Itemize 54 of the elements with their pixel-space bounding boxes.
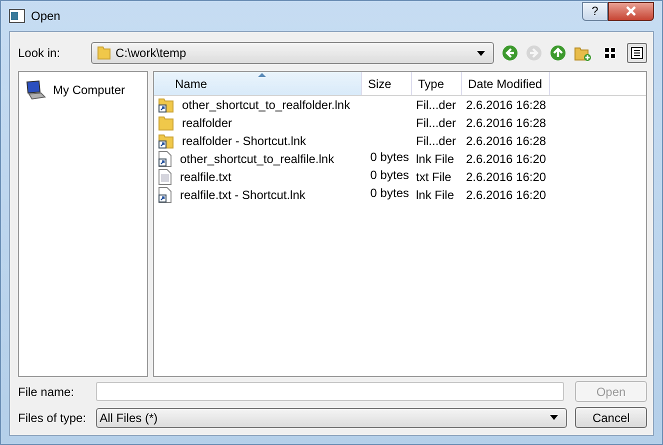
file-name[interactable]: other_shortcut_to_realfolder.lnk	[182, 98, 350, 112]
look-in-label: Look in:	[18, 46, 62, 60]
file-type: lnk File	[416, 188, 454, 202]
close-button[interactable]	[608, 2, 654, 20]
column-header[interactable]: Date Modified	[462, 72, 550, 95]
cancel-button[interactable]: Cancel	[575, 407, 647, 428]
file-type-dropdown[interactable]: All Files (*)	[96, 408, 568, 428]
file-size: 0 bytes	[370, 168, 409, 182]
folder-icon	[158, 115, 174, 131]
file-name[interactable]: realfile.txt - Shortcut.lnk	[180, 188, 306, 202]
help-button[interactable]: ?	[582, 2, 608, 20]
file-type: Fil...der	[416, 134, 456, 148]
file-name[interactable]: other_shortcut_to_realfile.lnk	[180, 152, 334, 166]
folder-shortcut-icon	[158, 133, 174, 149]
file-name[interactable]: realfile.txt	[180, 170, 232, 184]
file-type-label: Files of type:	[18, 410, 88, 424]
new-folder-icon[interactable]	[574, 44, 592, 62]
folder-icon	[96, 45, 112, 61]
detail-view-button[interactable]	[627, 43, 648, 63]
file-shortcut-icon	[158, 187, 172, 203]
grid-icon	[604, 47, 616, 59]
list-icon	[631, 47, 644, 59]
folder-shortcut-icon	[158, 97, 174, 113]
column-header[interactable]: Size	[362, 72, 412, 95]
up-arrow-icon[interactable]	[550, 45, 566, 61]
sort-arrow-icon	[258, 73, 266, 77]
file-name[interactable]: realfolder	[182, 116, 232, 130]
file-type: txt File	[416, 170, 452, 184]
file-name[interactable]: realfolder - Shortcut.lnk	[182, 134, 306, 148]
computer-icon	[25, 80, 47, 100]
caret-icon	[550, 415, 558, 420]
window-title: Open	[31, 9, 60, 23]
date-modified: 2.6.2016 16:28	[466, 116, 546, 130]
look-in-dropdown[interactable]: C:\work\temp	[90, 42, 494, 64]
file-type: lnk File	[416, 152, 454, 166]
sidebar-item[interactable]: My Computer	[23, 78, 143, 102]
file-shortcut-icon	[158, 151, 172, 167]
date-modified: 2.6.2016 16:28	[466, 134, 546, 148]
date-modified: 2.6.2016 16:20	[466, 188, 546, 202]
file-type: Fil...der	[416, 116, 456, 130]
column-header[interactable]: Name	[154, 72, 362, 95]
text-file-icon	[158, 169, 172, 185]
date-modified: 2.6.2016 16:20	[466, 152, 546, 166]
file-name-field[interactable]	[96, 382, 564, 401]
file-name-label: File name:	[18, 384, 76, 398]
date-modified: 2.6.2016 16:28	[466, 98, 546, 112]
column-header[interactable]: Type	[412, 72, 462, 95]
file-type: Fil...der	[416, 98, 456, 112]
close-icon	[625, 6, 637, 16]
window-icon	[9, 9, 25, 23]
caret-icon	[476, 50, 485, 56]
file-size: 0 bytes	[370, 186, 409, 200]
file-size: 0 bytes	[370, 150, 409, 164]
date-modified: 2.6.2016 16:20	[466, 170, 546, 184]
